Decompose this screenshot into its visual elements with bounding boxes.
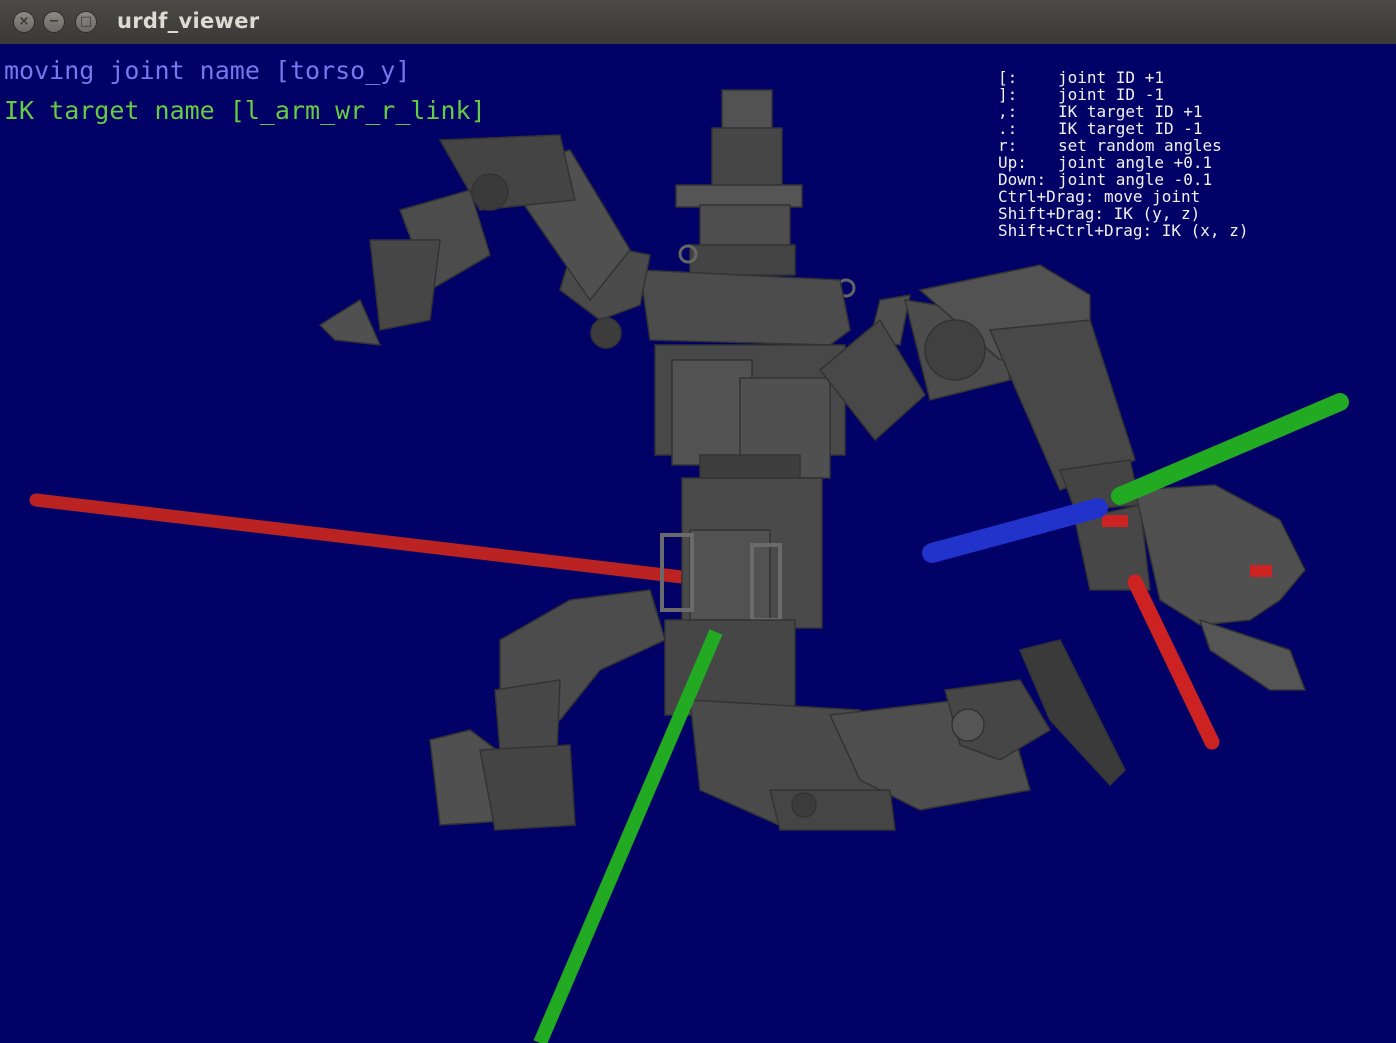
- title-bar[interactable]: × − □ urdf_viewer: [0, 0, 1396, 45]
- 3d-viewport[interactable]: moving joint name [torso_y] IK target na…: [0, 44, 1396, 1043]
- help-row: .: IK target ID -1: [998, 120, 1248, 137]
- help-key: [:: [998, 68, 1018, 87]
- keyboard-help: [: joint ID +1 ]: joint ID -1 ,: IK target …: [998, 69, 1248, 239]
- joint-x-axis: [29, 493, 697, 585]
- help-row: r: set random angles: [998, 137, 1248, 154]
- help-line: Ctrl+Drag: move joint: [998, 187, 1201, 206]
- close-button[interactable]: ×: [13, 11, 35, 33]
- maximize-button[interactable]: □: [75, 11, 97, 33]
- help-row: Up: joint angle +0.1: [998, 154, 1248, 171]
- help-key: .:: [998, 119, 1018, 138]
- help-row: [: joint ID +1: [998, 69, 1248, 86]
- help-desc: joint ID +1: [1058, 68, 1164, 87]
- help-desc: set random angles: [1058, 136, 1222, 155]
- help-line: Shift+Drag: IK (y, z): [998, 204, 1201, 223]
- help-key: ,:: [998, 102, 1018, 121]
- ik-target-label: IK target name [l_arm_wr_r_link]: [4, 96, 486, 125]
- ik-z-axis: [922, 498, 1108, 563]
- ik-y-axis: [1111, 393, 1349, 505]
- moving-joint-label: moving joint name [torso_y]: [4, 56, 411, 85]
- window-title: urdf_viewer: [117, 9, 260, 33]
- help-desc: joint angle +0.1: [1058, 153, 1213, 172]
- help-key: ]:: [998, 85, 1018, 104]
- help-desc: IK target ID +1: [1058, 102, 1203, 121]
- help-desc: joint angle -0.1: [1058, 170, 1213, 189]
- help-row: ,: IK target ID +1: [998, 103, 1248, 120]
- help-row: ]: joint ID -1: [998, 86, 1248, 103]
- help-desc: IK target ID -1: [1058, 119, 1203, 138]
- help-key: Down:: [998, 170, 1047, 189]
- urdf-viewer-window: × − □ urdf_viewer moving joint name [tor…: [0, 0, 1396, 1043]
- help-row: Down: joint angle -0.1: [998, 171, 1248, 188]
- help-line: Shift+Ctrl+Drag: IK (x, z): [998, 221, 1249, 240]
- help-desc: joint ID -1: [1058, 85, 1164, 104]
- help-key: r:: [998, 136, 1018, 155]
- help-key: Up:: [998, 153, 1027, 172]
- minimize-button[interactable]: −: [43, 11, 65, 33]
